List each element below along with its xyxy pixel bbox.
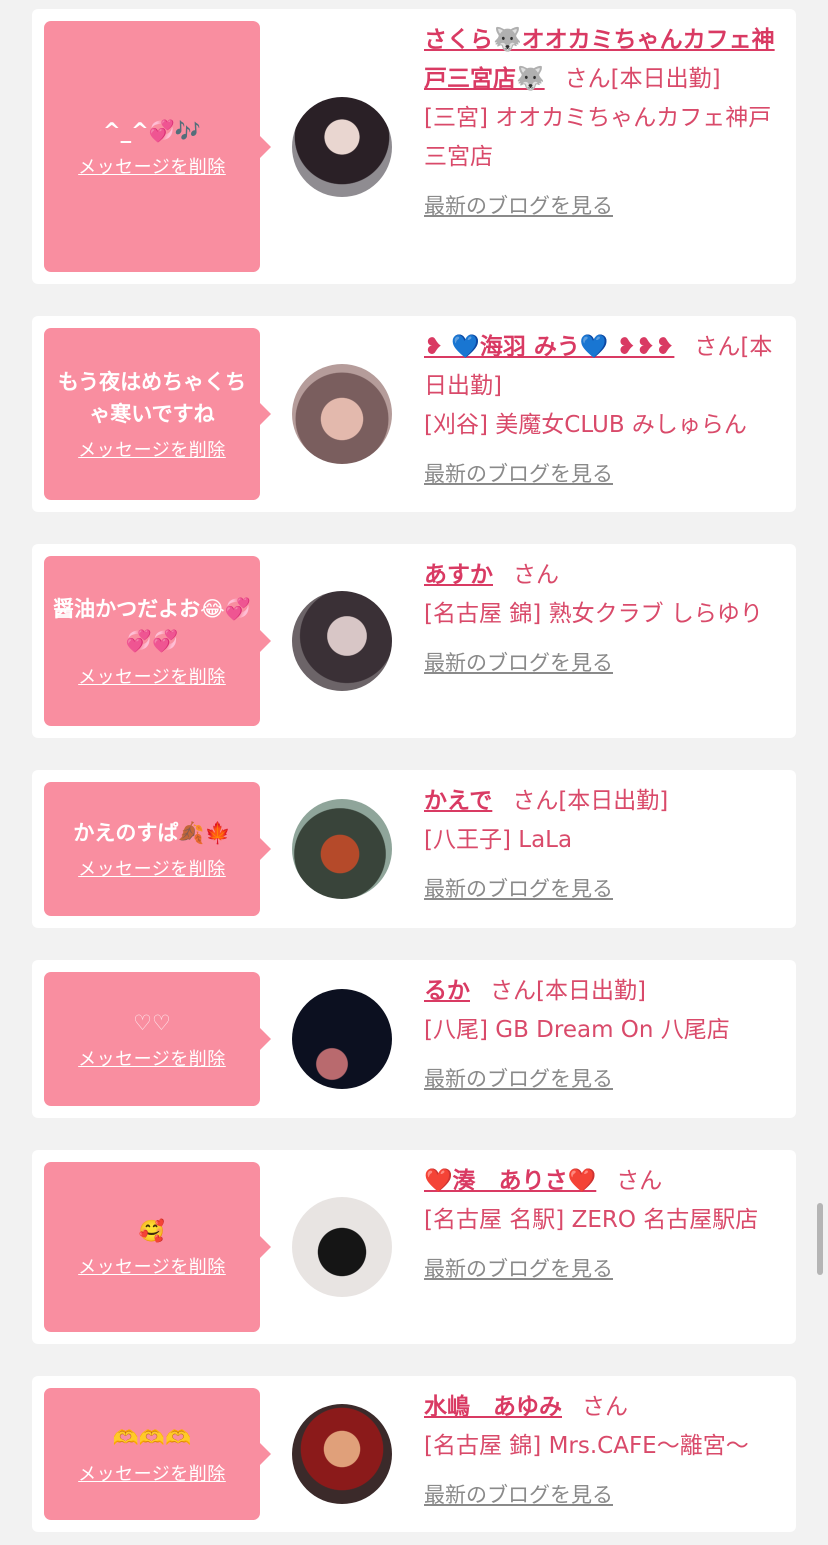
delete-message-link[interactable]: メッセージを削除: [78, 1253, 226, 1279]
latest-blog-link[interactable]: 最新のブログを見る: [424, 644, 786, 683]
shop-text: [八尾] GB Dream On 八尾店: [424, 1017, 730, 1043]
honorific: さん: [582, 1394, 628, 1420]
girl-name-link[interactable]: ❥ 💙海羽 みう💙 ❥❥❥: [424, 334, 674, 360]
girl-info: ❥ 💙海羽 みう💙 ❥❥❥ さん[本日出勤] [刈谷] 美魔女CLUB みしゅらん…: [424, 328, 786, 494]
shop-text: [名古屋 名駅] ZERO 名古屋駅店: [424, 1207, 759, 1233]
avatar[interactable]: [292, 799, 392, 899]
girl-info: さくら🐺オオカミちゃんカフェ神戸三宮店🐺 さん[本日出勤] [三宮] オオカミちゃ…: [424, 21, 786, 226]
message-bubble: 🫶🫶🫶 メッセージを削除: [44, 1388, 271, 1520]
delete-message-link[interactable]: メッセージを削除: [78, 855, 226, 881]
scrollbar[interactable]: [817, 1203, 823, 1275]
avatar[interactable]: [292, 989, 392, 1089]
message-text: かえのすぱ🍂🍁: [73, 821, 231, 845]
message-bubble: 🥰 メッセージを削除: [44, 1162, 271, 1332]
girl-info: るか さん[本日出勤] [八尾] GB Dream On 八尾店 最新のブログを見…: [424, 972, 786, 1099]
delete-message-link[interactable]: メッセージを削除: [78, 153, 226, 179]
avatar[interactable]: [292, 96, 392, 197]
latest-blog-link[interactable]: 最新のブログを見る: [424, 1060, 786, 1099]
honorific: さん: [694, 334, 741, 360]
message-card: 🥰 メッセージを削除 ❤️湊 ありさ❤️ さん [名古屋 名駅] ZERO 名古屋…: [32, 1150, 796, 1344]
message-card: もう夜はめちゃくちゃ寒いですね メッセージを削除 ❥ 💙海羽 みう💙 ❥❥❥ さん…: [32, 316, 796, 512]
message-text: 醤油かつだよお😂💞💞💞: [53, 597, 251, 653]
message-card: かえのすぱ🍂🍁 メッセージを削除 かえで さん[本日出勤] [八王子] LaLa …: [32, 770, 796, 928]
latest-blog-link[interactable]: 最新のブログを見る: [424, 870, 786, 909]
girl-name-link[interactable]: 水嶋 あゆみ: [424, 1394, 562, 1420]
girl-info: かえで さん[本日出勤] [八王子] LaLa 最新のブログを見る: [424, 782, 786, 909]
message-bubble: ♡♡ メッセージを削除: [44, 972, 271, 1106]
honorific: さん: [490, 978, 536, 1004]
shop-text: [八王子] LaLa: [424, 827, 573, 853]
message-card: ♡♡ メッセージを削除 るか さん[本日出勤] [八尾] GB Dream On …: [32, 960, 796, 1118]
latest-blog-link[interactable]: 最新のブログを見る: [424, 1250, 786, 1289]
message-bubble: 醤油かつだよお😂💞💞💞 メッセージを削除: [44, 556, 271, 726]
message-text: ♡♡: [133, 1011, 171, 1035]
message-text: ^_^💞🎶: [103, 118, 201, 143]
girl-name-link[interactable]: あすか: [424, 562, 493, 588]
delete-message-link[interactable]: メッセージを削除: [78, 436, 226, 462]
shop-text: [三宮] オオカミちゃんカフェ神戸三宮店: [424, 105, 772, 170]
latest-blog-link[interactable]: 最新のブログを見る: [424, 1476, 786, 1515]
message-bubble: ^_^💞🎶 メッセージを削除: [44, 21, 271, 272]
honorific: さん: [512, 788, 559, 814]
delete-message-link[interactable]: メッセージを削除: [78, 663, 226, 689]
delete-message-link[interactable]: メッセージを削除: [78, 1045, 226, 1071]
girl-info: ❤️湊 ありさ❤️ さん [名古屋 名駅] ZERO 名古屋駅店 最新のブログを見…: [424, 1162, 786, 1289]
honorific: さん: [564, 66, 611, 92]
delete-message-link[interactable]: メッセージを削除: [78, 1460, 226, 1486]
honorific: さん: [513, 562, 559, 588]
message-card: ^_^💞🎶 メッセージを削除 さくら🐺オオカミちゃんカフェ神戸三宮店🐺 さん[本日…: [32, 9, 796, 284]
avatar[interactable]: [292, 1197, 392, 1297]
message-list: ^_^💞🎶 メッセージを削除 さくら🐺オオカミちゃんカフェ神戸三宮店🐺 さん[本日…: [0, 0, 828, 1545]
girl-name-link[interactable]: かえで: [424, 788, 492, 814]
message-card: 🫶🫶🫶 メッセージを削除 水嶋 あゆみ さん [名古屋 錦] Mrs.CAFE〜離…: [32, 1376, 796, 1532]
status-text: [本日出勤]: [536, 978, 646, 1004]
message-text: 🥰: [138, 1219, 166, 1243]
message-card: 醤油かつだよお😂💞💞💞 メッセージを削除 あすか さん [名古屋 錦] 熟女クラブ…: [32, 544, 796, 738]
girl-info: 水嶋 あゆみ さん [名古屋 錦] Mrs.CAFE〜離宮〜 最新のブログを見る: [424, 1388, 786, 1515]
latest-blog-link[interactable]: 最新のブログを見る: [424, 455, 786, 494]
honorific: さん: [616, 1168, 663, 1194]
avatar[interactable]: [292, 1404, 392, 1504]
status-text: [本日出勤]: [558, 788, 669, 814]
avatar[interactable]: [292, 364, 392, 464]
status-text: [本日出勤]: [610, 66, 721, 92]
shop-text: [名古屋 錦] Mrs.CAFE〜離宮〜: [424, 1433, 749, 1459]
message-text: 🫶🫶🫶: [112, 1426, 192, 1450]
latest-blog-link[interactable]: 最新のブログを見る: [424, 187, 786, 226]
avatar[interactable]: [292, 591, 392, 691]
message-bubble: かえのすぱ🍂🍁 メッセージを削除: [44, 782, 271, 916]
shop-text: [刈谷] 美魔女CLUB みしゅらん: [424, 412, 747, 438]
girl-name-link[interactable]: るか: [424, 978, 470, 1004]
message-bubble: もう夜はめちゃくちゃ寒いですね メッセージを削除: [44, 328, 271, 500]
message-text: もう夜はめちゃくちゃ寒いですね: [57, 370, 247, 426]
shop-text: [名古屋 錦] 熟女クラブ しらゆり: [424, 601, 763, 627]
girl-name-link[interactable]: ❤️湊 ありさ❤️: [424, 1168, 596, 1194]
girl-info: あすか さん [名古屋 錦] 熟女クラブ しらゆり 最新のブログを見る: [424, 556, 786, 683]
